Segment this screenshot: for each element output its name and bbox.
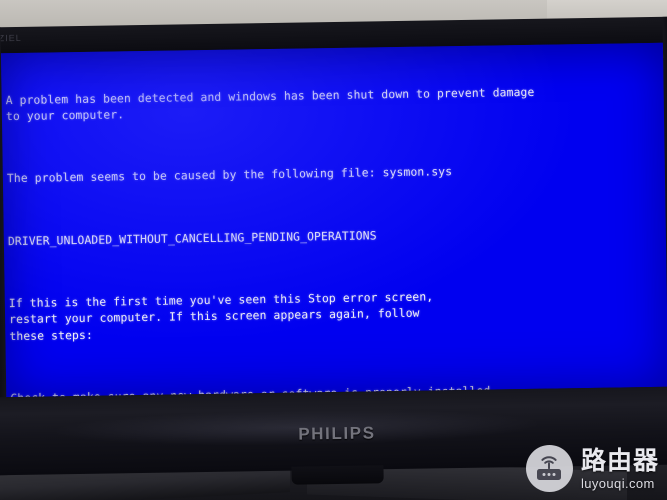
- monitor: ZIEL A problem has been detected and win…: [0, 16, 667, 485]
- bezel-top-label: ZIEL: [0, 32, 22, 44]
- bsod-error-code: DRIVER_UNLOADED_WITHOUT_CANCELLING_PENDI…: [7, 227, 377, 248]
- watermark-texts: 路由器 luyouqi.com: [581, 448, 659, 490]
- bsod-paragraph-firsttime: If this is the first time you've seen th…: [8, 289, 434, 343]
- bsod-screen: A problem has been detected and windows …: [0, 42, 667, 398]
- watermark-title: 路由器: [580, 445, 659, 475]
- monitor-stand: [291, 465, 384, 485]
- watermark-site: luyouqi.com: [580, 475, 655, 491]
- router-icon: [525, 445, 573, 492]
- bsod-message-body: A problem has been detected and windows …: [5, 49, 667, 398]
- watermark: 路由器 luyouqi.com: [525, 445, 659, 492]
- bsod-paragraph-intro: A problem has been detected and windows …: [5, 84, 535, 124]
- bsod-paragraph-cause: The problem seems to be caused by the fo…: [6, 164, 453, 186]
- screenshot-root: ZIEL A problem has been detected and win…: [0, 0, 667, 500]
